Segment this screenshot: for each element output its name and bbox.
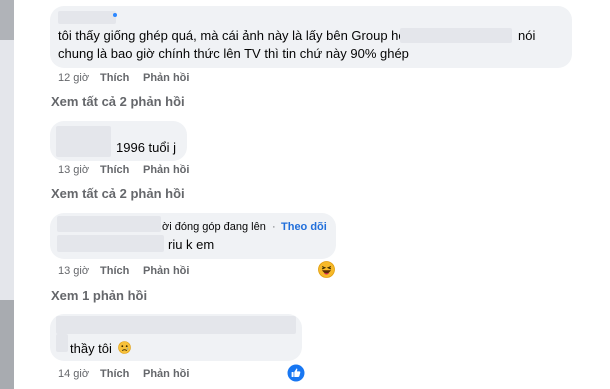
reply-link[interactable]: Phản hồi bbox=[143, 164, 189, 176]
group-name-redacted bbox=[400, 28, 512, 43]
contributor-badge: ời đóng góp đang lên bbox=[162, 221, 266, 233]
view-replies-link[interactable]: Xem tất cả 2 phản hồi bbox=[51, 186, 185, 201]
commenter-name-redacted bbox=[58, 11, 116, 24]
commenter-name-redacted bbox=[57, 216, 161, 232]
follow-button[interactable]: Theo dõi bbox=[281, 219, 327, 236]
comment-text-redacted bbox=[57, 235, 164, 252]
comment-time[interactable]: 13 giờ bbox=[58, 265, 89, 277]
view-replies-link[interactable]: Xem tất cả 2 phản hồi bbox=[51, 94, 185, 109]
comment-time[interactable]: 13 giờ bbox=[58, 164, 89, 176]
like-link[interactable]: Thích bbox=[100, 72, 129, 84]
reply-link[interactable]: Phản hồi bbox=[143, 72, 189, 84]
reply-link[interactable]: Phản hồi bbox=[143, 368, 189, 380]
comment-text: tôi thấy giống ghép quá, mà cái ảnh này … bbox=[58, 28, 409, 43]
comment-text: riu k em bbox=[168, 237, 215, 252]
commenter-name-redacted-2 bbox=[56, 334, 68, 352]
commenter-name-redacted bbox=[56, 126, 111, 157]
view-replies-link[interactable]: Xem 1 phản hồi bbox=[51, 288, 147, 303]
haha-icon[interactable] bbox=[318, 261, 335, 283]
like-link[interactable]: Thích bbox=[100, 368, 129, 380]
comment-text: 1996 tuổi j bbox=[116, 140, 176, 155]
like-icon[interactable] bbox=[287, 364, 305, 387]
commenter-name-dot bbox=[113, 13, 117, 17]
commenter-name-redacted bbox=[56, 316, 296, 334]
reply-link[interactable]: Phản hồi bbox=[143, 265, 189, 277]
comment-text: thầy tôi bbox=[70, 341, 112, 356]
comment-text-end: nói bbox=[518, 28, 536, 43]
gutter-shade bbox=[0, 300, 14, 389]
like-link[interactable]: Thích bbox=[100, 265, 129, 277]
comment-time[interactable]: 14 giờ bbox=[58, 368, 89, 380]
comment-time[interactable]: 12 giờ bbox=[58, 72, 89, 84]
crying-face-icon bbox=[118, 341, 131, 359]
comment-text-line2: chung là bao giờ chính thức lên TV thì t… bbox=[58, 46, 409, 61]
gutter-shade bbox=[0, 0, 14, 40]
left-gutter bbox=[0, 0, 14, 389]
like-link[interactable]: Thích bbox=[100, 164, 129, 176]
separator-dot: · bbox=[272, 221, 276, 233]
